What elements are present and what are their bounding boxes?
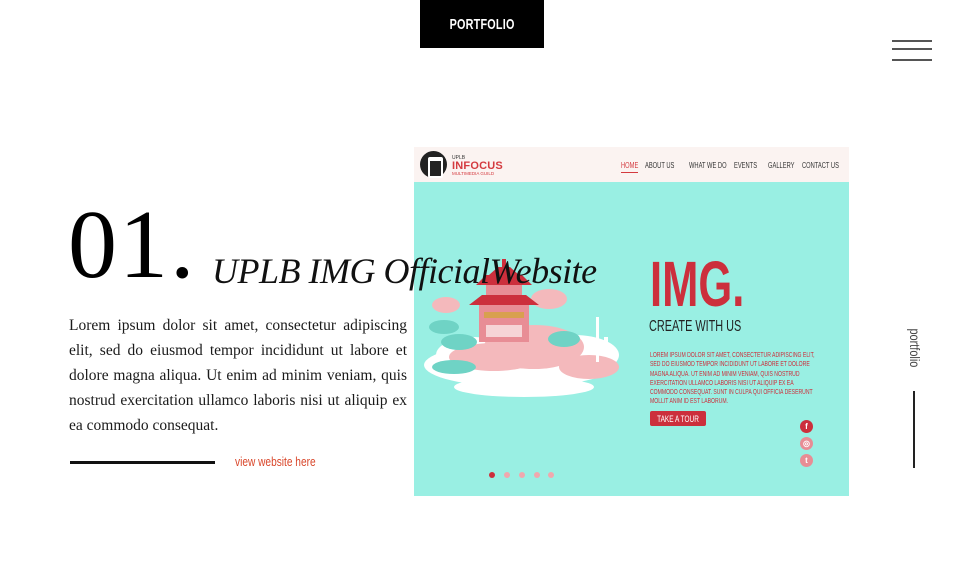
preview-logo-icon <box>420 151 447 178</box>
menu-line <box>892 48 932 50</box>
preview-navbar: UPLB INFOCUS MULTIMEDIA GUILD HOME ABOUT… <box>414 147 849 182</box>
slider-dot <box>519 472 525 478</box>
project-title: UPLB IMG OfficialWebsite <box>212 251 597 291</box>
slider-dot <box>548 472 554 478</box>
twitter-icon: t <box>800 454 813 467</box>
preview-logo-sub: MULTIMEDIA GUILD <box>452 171 495 176</box>
hamburger-menu-icon[interactable] <box>892 38 932 64</box>
side-portfolio-label: portfolio <box>907 328 923 368</box>
portfolio-badge[interactable]: PORTFOLIO <box>420 0 544 48</box>
preview-hero-text: Lorem ipsum dolor sit amet, consectetur … <box>650 350 815 406</box>
project-description: Lorem ipsum dolor sit amet, consectetur … <box>69 317 407 434</box>
instagram-icon: ◎ <box>800 437 813 450</box>
facebook-icon: f <box>800 420 813 433</box>
preview-hero-subtitle: CREATE WITH US <box>649 318 742 335</box>
menu-line <box>892 59 932 61</box>
slider-dot <box>534 472 540 478</box>
preview-hero-title: IMG. <box>650 248 745 320</box>
preview-nav-contact: CONTACT US <box>802 161 839 170</box>
view-website-link[interactable]: view website here <box>235 454 338 469</box>
preview-take-a-tour-button: TAKE A TOUR <box>650 411 706 426</box>
preview-nav-about: ABOUT US <box>645 161 675 170</box>
side-divider <box>913 391 915 468</box>
slider-dot <box>504 472 510 478</box>
slider-dot <box>489 472 495 478</box>
project-number: 01. <box>68 191 197 299</box>
link-divider <box>70 461 215 464</box>
menu-line <box>892 40 932 42</box>
preview-nav-gallery: GALLERY <box>768 161 795 170</box>
preview-hero: IMG. CREATE WITH US Lorem ipsum dolor si… <box>414 182 849 496</box>
preview-nav-home: HOME <box>621 161 645 173</box>
website-preview-image: UPLB INFOCUS MULTIMEDIA GUILD HOME ABOUT… <box>414 147 849 496</box>
preview-nav-events: EVENTS <box>734 161 758 170</box>
portfolio-badge-label: PORTFOLIO <box>449 15 515 33</box>
